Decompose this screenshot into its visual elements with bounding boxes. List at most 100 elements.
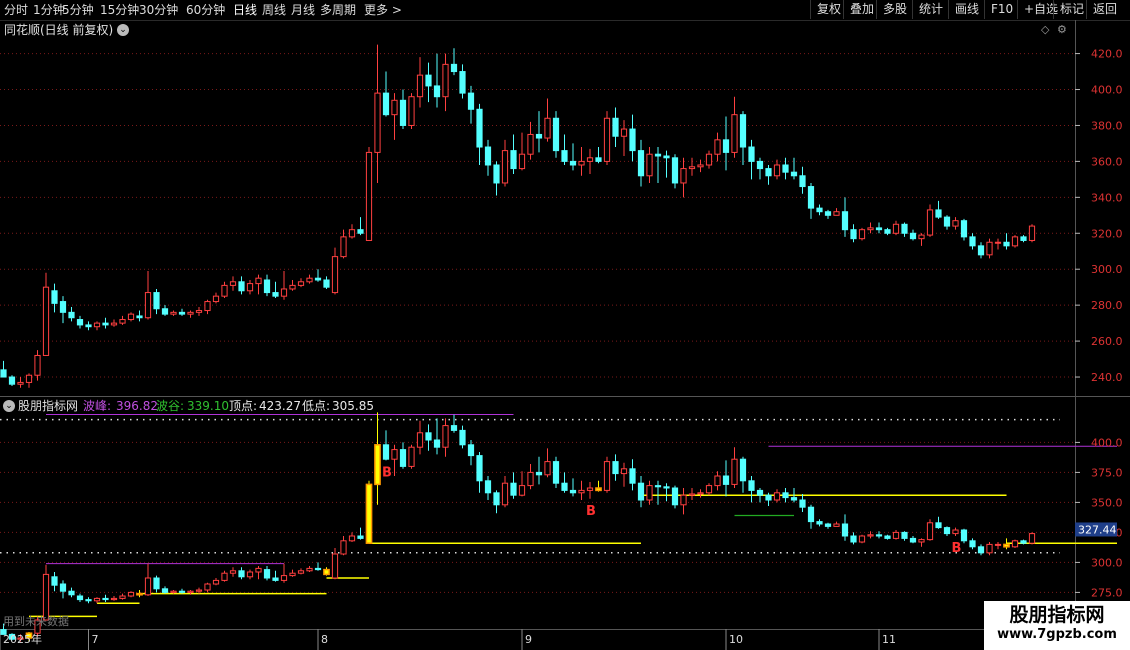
indicator-candle-body <box>255 567 262 573</box>
future-data-note: 用到未来数据 <box>3 614 69 628</box>
main-candle-body <box>467 92 475 110</box>
indicator-candle-body <box>722 475 730 485</box>
main-candle-body <box>867 227 874 231</box>
indicator-candle-body <box>153 577 160 590</box>
price-tick-label: 300.0 <box>1091 263 1123 276</box>
indicator-candle-body <box>535 471 543 476</box>
main-candle-body <box>221 284 228 297</box>
main-candle-body <box>357 229 364 234</box>
main-candle-body <box>612 117 619 137</box>
main-candle-body <box>518 153 526 170</box>
indicator-candle-body <box>552 461 560 484</box>
main-candle-body <box>136 315 143 319</box>
main-candle-body <box>280 288 288 297</box>
indicator-candle-body <box>654 485 662 488</box>
indicator-candle-body <box>187 590 194 593</box>
indicator-candle-body <box>629 468 636 484</box>
date-tick-label: 11 <box>882 633 896 646</box>
main-candle-body <box>433 85 441 98</box>
indicator-candle-body <box>926 522 934 541</box>
date-tick-label: 8 <box>321 633 328 646</box>
main-candle-body <box>442 63 449 98</box>
indicator-candle-body <box>442 425 449 448</box>
main-candle-body <box>178 311 186 315</box>
main-candle-body <box>459 71 466 94</box>
watermark-title: 股朋指标网 <box>1009 604 1105 626</box>
main-candle-body <box>901 223 908 234</box>
price-tick-label: 260.0 <box>1091 335 1123 348</box>
main-candle-body <box>765 168 772 177</box>
main-candle-body <box>102 322 109 326</box>
indicator-candle-body <box>323 568 330 576</box>
indicator-candle-body <box>289 572 296 577</box>
indicator-candle-body <box>408 446 415 467</box>
main-candle-body <box>34 354 41 376</box>
stock-chart[interactable]: B B B 420.0 400.0 380.0 360.0 340.0 320.0 300.0 2… <box>0 0 1130 650</box>
main-candle-body <box>799 175 806 188</box>
main-candle-body <box>569 160 577 166</box>
main-candle-body <box>875 227 883 231</box>
indicator-candle-body <box>765 494 772 501</box>
main-candle-body <box>263 279 271 294</box>
main-candle-body <box>272 292 279 297</box>
indicator-candle-body <box>688 493 696 496</box>
indicator-candle-body <box>561 482 568 491</box>
indicator-candle-body <box>850 535 857 543</box>
indicator-candle-body <box>102 597 109 601</box>
main-candle-body <box>85 324 92 328</box>
main-candle-body <box>493 164 500 184</box>
indicator-candle-body <box>977 546 985 554</box>
indicator-candle-body <box>671 487 679 506</box>
main-candle-body <box>527 133 534 155</box>
indicator-candle-body <box>144 577 152 596</box>
indicator-candle-body <box>884 535 891 539</box>
indicator-candle-body <box>476 455 483 482</box>
main-candle-body <box>68 311 75 319</box>
indicator-candle-body <box>161 588 169 593</box>
indicator-tick-label: 375.0 <box>1091 466 1123 479</box>
main-candle-body <box>425 74 432 87</box>
main-candle-body <box>382 92 390 116</box>
date-tick-label: 9 <box>525 633 532 646</box>
main-candle-body <box>884 229 891 234</box>
indicator-candle-body <box>59 583 67 592</box>
indicator-candle-body <box>374 444 381 486</box>
main-candle-body <box>986 241 993 256</box>
main-candle-body <box>76 319 84 326</box>
indicator-candle-body <box>493 492 500 506</box>
main-candle-body <box>578 160 585 166</box>
main-candle-body <box>637 150 645 177</box>
price-tick-label: 280.0 <box>1091 299 1123 312</box>
main-candle-body <box>620 128 628 137</box>
main-candle-body <box>909 232 917 240</box>
main-candle-body <box>960 220 968 238</box>
main-candle-body <box>510 150 517 170</box>
indicator-candle-body <box>697 492 704 495</box>
indicator-candle-body <box>748 480 755 491</box>
indicator-candle-body <box>603 461 611 491</box>
main-candle-body <box>374 92 381 153</box>
indicator-candle-body <box>527 471 534 487</box>
indicator-candle-body <box>969 540 976 548</box>
indicator-candle-body <box>212 579 220 585</box>
indicator-candle-body <box>867 534 874 537</box>
indicator-candle-body <box>348 535 356 542</box>
price-tick-label: 320.0 <box>1091 227 1123 240</box>
indicator-candle-body <box>960 529 968 542</box>
indicator-candle-body <box>620 468 628 475</box>
main-candle-body <box>170 311 177 315</box>
indicator-candle-body <box>467 444 475 457</box>
main-candle-body <box>323 279 330 288</box>
indicator-candle-body <box>127 591 135 597</box>
indicator-candle-body <box>731 458 738 485</box>
main-candle-body <box>1011 236 1019 247</box>
main-candle-body <box>739 114 747 148</box>
indicator-candle-body <box>382 444 390 460</box>
indicator-candle-body <box>782 492 789 499</box>
indicator-candle-body <box>365 483 373 544</box>
indicator-candle-body <box>663 486 670 489</box>
indicator-candle-body <box>994 543 1002 546</box>
main-candle-body <box>314 277 322 281</box>
price-tick-label: 380.0 <box>1091 119 1123 132</box>
indicator-candle-body <box>773 492 781 501</box>
